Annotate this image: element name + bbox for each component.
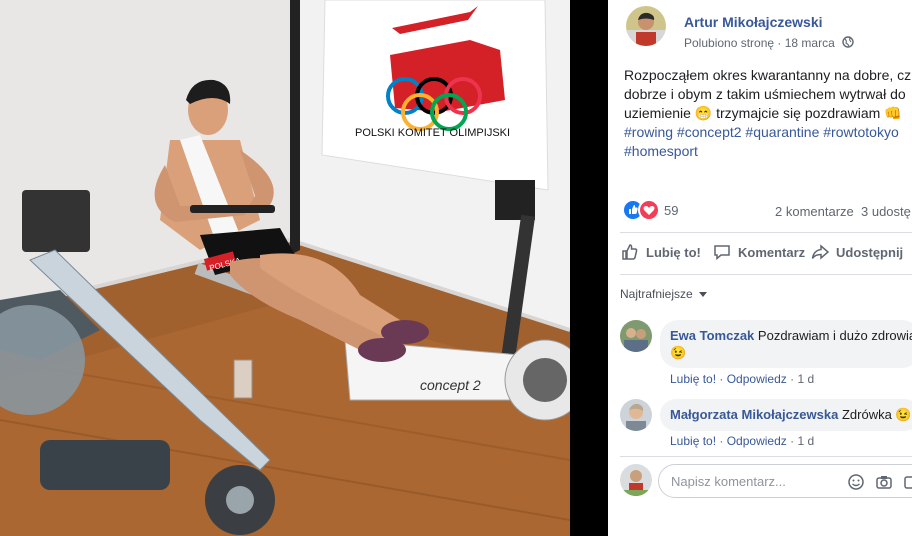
like-button[interactable]: Lubię to! [620, 242, 701, 262]
commenter-avatar[interactable] [620, 320, 652, 352]
love-reaction-icon[interactable] [638, 199, 660, 221]
thumbs-up-icon [622, 244, 638, 260]
machine-text: concept 2 [420, 377, 481, 393]
reaction-count[interactable]: 59 [664, 203, 678, 218]
comment-reply-link[interactable]: Odpowiedz [727, 372, 787, 386]
hashtag-line: #homesport [624, 142, 912, 161]
comment-sort-dropdown[interactable]: Najtrafniejsze [620, 287, 708, 301]
comment-like-link[interactable]: Lubię to! [670, 372, 716, 386]
like-button-label: Lubię to! [646, 244, 701, 260]
comment-button-label: Komentarz [738, 244, 806, 260]
photo-gap [570, 0, 608, 536]
gif-icon[interactable] [903, 473, 912, 496]
post-side-panel: Artur Mikołajczewski Polubiono stronę · … [608, 0, 912, 536]
emoji-icon[interactable] [847, 473, 865, 496]
comment-like-link[interactable]: Lubię to! [670, 434, 716, 448]
share-button-label: Udostępnij [836, 244, 904, 260]
meta-separator: · [774, 36, 785, 50]
comment-button[interactable]: Komentarz [712, 242, 805, 262]
post-body-line: uziemienie 😁 trzymajcie się pozdrawiam 👊 [624, 105, 902, 121]
post-body-line: dobrze i obym z takim uśmiechem wytrwał … [624, 86, 906, 102]
comment-text: Pozdrawiam i dużo zdrowia [757, 328, 912, 343]
comment-bubble: Małgorzata Mikołajczewska Zdrówka 😉 [660, 399, 912, 431]
author-name[interactable]: Artur Mikołajczewski [684, 14, 823, 30]
liked-page-text: Polubiono stronę [684, 36, 775, 50]
post-date[interactable]: 18 marca [785, 36, 835, 50]
share-icon [811, 244, 830, 260]
comment-actions: Lubię to! · Odpowiedz · 1 d [670, 372, 815, 386]
comments-count[interactable]: 2 komentarze [775, 204, 854, 219]
share-button[interactable]: Udostępnij [810, 242, 903, 262]
comment-reply-link[interactable]: Odpowiedz [727, 434, 787, 448]
hashtag-link[interactable]: #concept2 [677, 124, 742, 140]
post-meta: Polubiono stronę · 18 marca [684, 36, 854, 51]
divider [620, 232, 912, 233]
hashtag-link[interactable]: #homesport [624, 143, 698, 159]
post-header: Artur Mikołajczewski Polubiono stronę · … [626, 6, 912, 50]
reactions-bar: 59 2 komentarze 3 udostę [624, 199, 912, 222]
commenter-name[interactable]: Małgorzata Mikołajczewska [670, 407, 838, 422]
current-user-avatar [620, 464, 652, 496]
hashtag-line: #rowing #concept2 #quarantine #rowtotoky… [624, 123, 912, 142]
commenter-avatar[interactable] [620, 399, 652, 431]
globe-icon[interactable] [842, 36, 854, 51]
composer-icons [847, 473, 912, 496]
comment-composer: Napisz komentarz... [620, 462, 912, 500]
comment-bubble: Ewa Tomczak Pozdrawiam i dużo zdrowia 😉 [660, 320, 912, 368]
commenter-name[interactable]: Ewa Tomczak [670, 328, 754, 343]
author-avatar-image [626, 6, 666, 46]
comment-input[interactable]: Napisz komentarz... [658, 464, 912, 498]
comment-text: Zdrówka 😉 [841, 407, 912, 422]
camera-icon[interactable] [875, 473, 893, 496]
post-body-line: Rozpocząłem okres kwarantanny na dobre, … [624, 67, 912, 83]
divider [620, 456, 912, 457]
author-avatar[interactable] [626, 6, 666, 46]
comment-age[interactable]: 1 d [797, 372, 814, 386]
post-body: Rozpocząłem okres kwarantanny na dobre, … [624, 66, 912, 161]
comment-icon [714, 245, 730, 261]
flag-text: POLSKI KOMITET OLIMPIJSKI [355, 127, 510, 139]
action-bar: Lubię to! Komentarz Udostępnij [620, 236, 912, 270]
comment-input-placeholder: Napisz komentarz... [671, 474, 786, 489]
caret-down-icon [699, 292, 708, 298]
comment-age[interactable]: 1 d [797, 434, 814, 448]
rowing-photo-illustration: POLSKI KOMITET OLIMPIJSKI concept 2 POLS… [0, 0, 570, 536]
shares-count[interactable]: 3 udostę [861, 204, 911, 219]
hashtag-link[interactable]: #rowtotokyo [823, 124, 898, 140]
comments-count-link[interactable]: 2 komentarze 3 udostę [775, 204, 911, 219]
sort-label: Najtrafniejsze [620, 287, 693, 301]
hashtag-link[interactable]: #rowing [624, 124, 673, 140]
divider [620, 274, 912, 275]
hashtag-link[interactable]: #quarantine [745, 124, 819, 140]
comment-actions: Lubię to! · Odpowiedz · 1 d [670, 434, 815, 448]
post-photo[interactable]: POLSKI KOMITET OLIMPIJSKI concept 2 POLS… [0, 0, 570, 536]
comment-emoji: 😉 [670, 345, 687, 360]
